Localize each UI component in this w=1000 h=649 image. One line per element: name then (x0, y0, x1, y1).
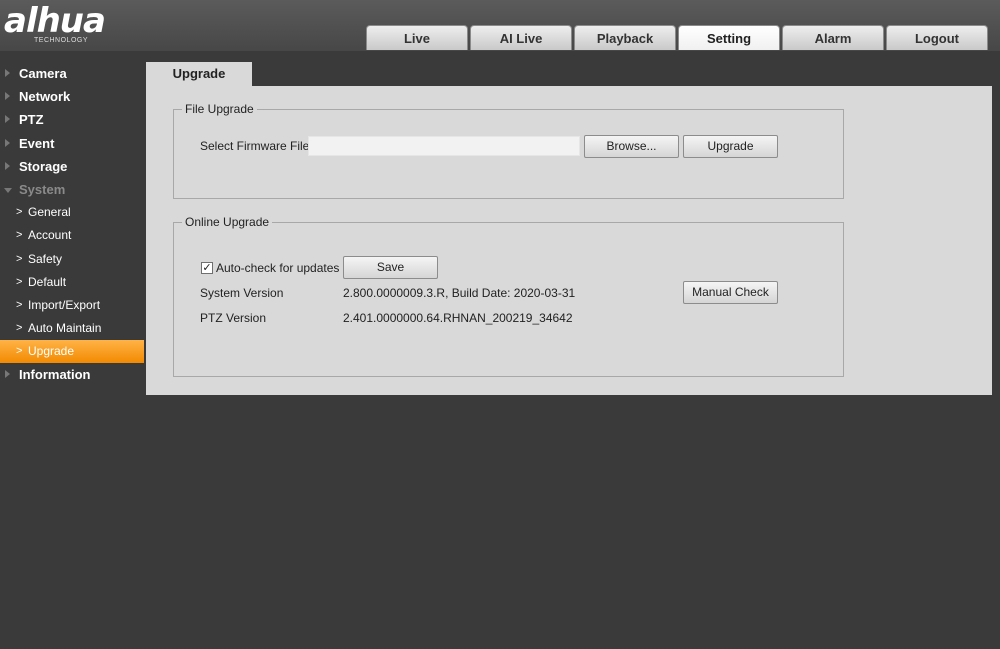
sidebar-subitem-default[interactable]: > Default (0, 271, 146, 294)
tab-setting[interactable]: Setting (678, 25, 780, 50)
upgrade-button[interactable]: Upgrade (683, 135, 778, 158)
sidebar-subitem-safety[interactable]: > Safety (0, 248, 146, 271)
sidebar-subitem-label: Auto Maintain (28, 321, 102, 336)
sidebar-item-ptz[interactable]: PTZ (0, 108, 146, 131)
sidebar-item-label: Information (19, 367, 91, 383)
manual-check-button[interactable]: Manual Check (683, 281, 778, 304)
system-version-value: 2.800.0000009.3.R, Build Date: 2020-03-3… (343, 286, 576, 300)
chevron-right-icon: > (16, 298, 23, 311)
online-upgrade-group: Online Upgrade ✓ Auto-check for updates … (173, 215, 844, 377)
ptz-version-label: PTZ Version (200, 311, 267, 325)
sidebar-item-label: PTZ (19, 112, 44, 128)
sidebar-subitem-auto-maintain[interactable]: > Auto Maintain (0, 317, 146, 340)
sidebar-subitem-label: Safety (28, 251, 63, 266)
save-button[interactable]: Save (343, 256, 438, 279)
system-version-label: System Version (200, 286, 284, 300)
sidebar-subitem-label: Account (28, 228, 72, 243)
sidebar-item-camera[interactable]: Camera (0, 62, 146, 85)
file-upgrade-group: File Upgrade Select Firmware File Browse… (173, 102, 844, 199)
chevron-right-icon: > (16, 229, 23, 242)
firmware-file-input[interactable] (308, 136, 580, 156)
page-tab-upgrade[interactable]: Upgrade (146, 62, 252, 86)
sidebar-subitem-label: Default (28, 274, 67, 289)
top-header: alhua TECHNOLOGY Live AI Live Playback S… (0, 0, 1000, 51)
sidebar-subitem-import-export[interactable]: > Import/Export (0, 294, 146, 317)
auto-check-checkbox[interactable]: ✓ (201, 262, 213, 274)
tab-live[interactable]: Live (366, 25, 468, 50)
auto-check-label[interactable]: Auto-check for updates (216, 261, 339, 275)
chevron-right-icon: > (16, 252, 23, 265)
file-upgrade-legend: File Upgrade (182, 102, 257, 116)
tab-playback[interactable]: Playback (574, 25, 676, 50)
sidebar-item-label: Network (19, 89, 71, 105)
triangle-down-icon (4, 187, 12, 193)
ptz-version-value: 2.401.0000000.64.RHNAN_200219_34642 (343, 311, 573, 325)
sidebar-subitem-upgrade[interactable]: > Upgrade (0, 340, 144, 364)
sidebar-item-information[interactable]: Information (0, 363, 146, 386)
online-upgrade-legend: Online Upgrade (182, 215, 273, 229)
chevron-right-icon: > (16, 322, 23, 335)
brand-logo-sub: TECHNOLOGY (34, 37, 89, 44)
sidebar-item-storage[interactable]: Storage (0, 155, 146, 178)
tab-ai-live[interactable]: AI Live (470, 25, 572, 50)
sidebar-item-event[interactable]: Event (0, 132, 146, 155)
sidebar-item-system[interactable]: System (0, 178, 146, 201)
triangle-right-icon (5, 92, 10, 101)
select-firmware-label: Select Firmware File (200, 139, 310, 153)
triangle-right-icon (5, 161, 10, 170)
settings-sidebar: Camera Network PTZ Event Storage System … (0, 62, 146, 387)
browse-button[interactable]: Browse... (584, 135, 679, 158)
sidebar-subitem-label: Import/Export (28, 297, 101, 312)
brand-logo: alhua (4, 1, 106, 41)
sidebar-subitem-account[interactable]: > Account (0, 224, 146, 247)
chevron-right-icon: > (16, 345, 23, 358)
sidebar-item-label: System (19, 181, 66, 197)
chevron-right-icon: > (16, 206, 23, 219)
checkmark-icon: ✓ (202, 262, 212, 274)
tab-logout[interactable]: Logout (886, 25, 988, 50)
sidebar-subitem-general[interactable]: > General (0, 201, 146, 224)
sidebar-subitem-label: General (28, 205, 71, 220)
triangle-right-icon (5, 370, 10, 379)
sidebar-item-network[interactable]: Network (0, 85, 146, 108)
chevron-right-icon: > (16, 275, 23, 288)
upgrade-panel: File Upgrade Select Firmware File Browse… (146, 86, 992, 395)
triangle-right-icon (5, 138, 10, 147)
triangle-right-icon (5, 115, 10, 124)
sidebar-item-label: Storage (19, 158, 68, 174)
triangle-right-icon (5, 69, 10, 77)
tab-alarm[interactable]: Alarm (782, 25, 884, 50)
sidebar-subitem-label: Upgrade (28, 344, 75, 359)
sidebar-item-label: Event (19, 135, 55, 151)
sidebar-item-label: Camera (19, 66, 67, 81)
